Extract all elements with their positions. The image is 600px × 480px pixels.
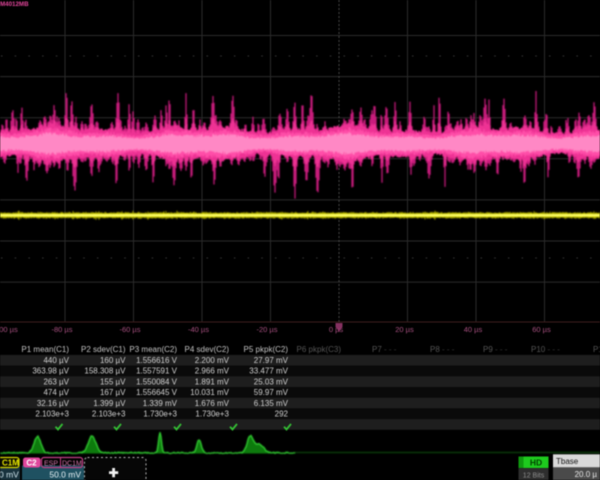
svg-text:2.200 mV: 2.200 mV xyxy=(195,356,230,365)
svg-text:1.550084 V: 1.550084 V xyxy=(136,377,178,386)
svg-text:59.97 mV: 59.97 mV xyxy=(254,388,289,397)
svg-text:6.135 mV: 6.135 mV xyxy=(254,399,289,408)
svg-text:20 µs: 20 µs xyxy=(395,325,414,334)
svg-text:155 µV: 155 µV xyxy=(100,377,126,386)
svg-text:P4 sdev(C2): P4 sdev(C2) xyxy=(185,345,230,354)
svg-text:32.16 µV: 32.16 µV xyxy=(37,399,70,408)
svg-text:33.477 mV: 33.477 mV xyxy=(249,367,288,376)
svg-text:474 µV: 474 µV xyxy=(43,388,69,397)
svg-text:-80 µs: -80 µs xyxy=(52,325,73,334)
svg-text:-20 µs: -20 µs xyxy=(257,325,278,334)
svg-text:1.676 mV: 1.676 mV xyxy=(195,399,230,408)
svg-text:1.891 mV: 1.891 mV xyxy=(195,377,230,386)
svg-text:50.0 mV: 50.0 mV xyxy=(49,470,81,480)
svg-text:P6 pkpk(C3): P6 pkpk(C3) xyxy=(297,345,342,354)
svg-text:P5 pkpk(C2): P5 pkpk(C2) xyxy=(244,345,289,354)
svg-text:P3 mean(C2): P3 mean(C2) xyxy=(129,345,177,354)
svg-text:363.98 µV: 363.98 µV xyxy=(32,367,69,376)
svg-text:1.557591 V: 1.557591 V xyxy=(136,367,178,376)
svg-text:HD: HD xyxy=(530,458,542,468)
svg-text:P1 - - -: P1 - - - xyxy=(593,345,600,354)
svg-text:P2 sdev(C1): P2 sdev(C1) xyxy=(81,345,126,354)
svg-text:12 Bits: 12 Bits xyxy=(523,473,545,480)
svg-text:2.103e+3: 2.103e+3 xyxy=(35,410,69,419)
svg-text:440 µV: 440 µV xyxy=(43,356,69,365)
svg-text:P10 - - -: P10 - - - xyxy=(531,345,560,354)
svg-text:00 µs: 00 µs xyxy=(0,325,18,334)
svg-text:2.103e+3: 2.103e+3 xyxy=(92,410,126,419)
svg-text:292: 292 xyxy=(275,410,289,419)
svg-text:C1M: C1M xyxy=(2,459,19,468)
svg-text:27.97 mV: 27.97 mV xyxy=(254,356,289,365)
svg-text:P1 mean(C1): P1 mean(C1) xyxy=(21,345,69,354)
svg-text:-40 µs: -40 µs xyxy=(188,325,209,334)
svg-text:20.0 µ: 20.0 µ xyxy=(575,470,598,479)
svg-text:25.03 mV: 25.03 mV xyxy=(254,377,289,386)
svg-text:1.556616 V: 1.556616 V xyxy=(136,356,178,365)
svg-text:40 µs: 40 µs xyxy=(464,325,483,334)
svg-text:167 µV: 167 µV xyxy=(100,388,126,397)
svg-text:1.399 µV: 1.399 µV xyxy=(93,399,126,408)
svg-text:2.966 mV: 2.966 mV xyxy=(195,367,230,376)
svg-text:263 µV: 263 µV xyxy=(43,377,69,386)
svg-text:158.308 µV: 158.308 µV xyxy=(84,367,126,376)
svg-text:P9 - - -: P9 - - - xyxy=(483,345,508,354)
svg-text:1.339 mV: 1.339 mV xyxy=(143,399,178,408)
svg-text:10.031 mV: 10.031 mV xyxy=(190,388,229,397)
svg-text:DC1M: DC1M xyxy=(62,461,82,468)
svg-text:C2: C2 xyxy=(26,459,37,468)
svg-text:1.730e+3: 1.730e+3 xyxy=(143,410,177,419)
svg-text:1.556645 V: 1.556645 V xyxy=(136,388,178,397)
svg-text:P7 - - -: P7 - - - xyxy=(372,345,397,354)
svg-text:M4012MB: M4012MB xyxy=(0,1,29,8)
svg-text:P8 - - -: P8 - - - xyxy=(430,345,455,354)
svg-text:0 mV: 0 mV xyxy=(0,470,19,480)
svg-text:160 µV: 160 µV xyxy=(100,356,126,365)
svg-text:ESP: ESP xyxy=(44,461,58,468)
svg-text:1.730e+3: 1.730e+3 xyxy=(195,410,229,419)
svg-text:-60 µs: -60 µs xyxy=(120,325,141,334)
svg-text:Tbase: Tbase xyxy=(556,457,579,466)
svg-text:60 µs: 60 µs xyxy=(532,325,551,334)
